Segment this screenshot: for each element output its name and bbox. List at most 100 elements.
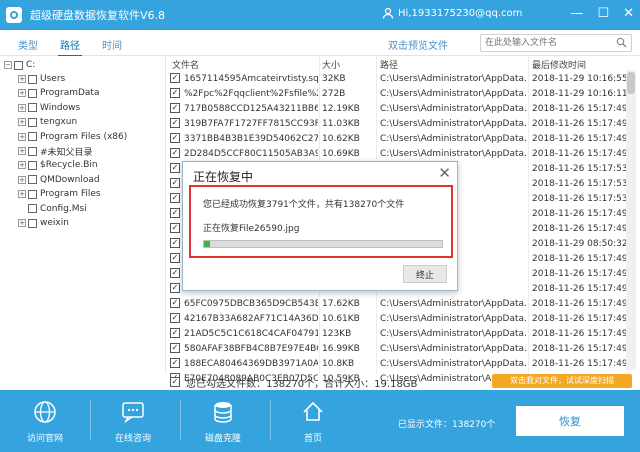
tree-item[interactable]: + Program Files (x86)	[18, 130, 127, 144]
stop-button[interactable]: 终止	[403, 265, 447, 283]
expand-icon[interactable]: +	[18, 103, 26, 112]
row-checkbox[interactable]: ✓	[170, 118, 180, 128]
row-checkbox[interactable]: ✓	[170, 103, 180, 113]
tree-item[interactable]: + weixin	[18, 216, 69, 230]
table-row[interactable]: ✓ 2D284D5CCF80C11505AB3A9A... 10.69KB C:\Us…	[166, 147, 640, 162]
row-checkbox[interactable]: ✓	[170, 358, 180, 368]
tree-checkbox[interactable]	[28, 204, 37, 214]
table-row[interactable]: ✓ 717B0588CCD125A43211BB65... 12.19KB C:\Us…	[166, 102, 640, 117]
row-checkbox[interactable]: ✓	[170, 298, 180, 308]
row-checkbox[interactable]: ✓	[170, 328, 180, 338]
close-button[interactable]: ✕	[623, 6, 634, 22]
row-checkbox[interactable]: ✓	[170, 238, 180, 248]
tree-root[interactable]: − C:	[4, 58, 35, 72]
tree-item[interactable]: + $Recycle.Bin	[18, 158, 98, 172]
tree-item[interactable]: Config.Msi	[28, 202, 87, 216]
row-checkbox[interactable]: ✓	[170, 88, 180, 98]
tree-checkbox[interactable]	[14, 60, 23, 70]
row-checkbox[interactable]: ✓	[170, 178, 180, 188]
footer-label: 首页	[303, 434, 322, 444]
tree-item[interactable]: + tengxun	[18, 115, 77, 129]
home-button[interactable]: 首页	[278, 390, 348, 452]
file-size: 11.03KB	[322, 119, 360, 129]
minimize-button[interactable]: —	[570, 6, 583, 22]
select-all-checkbox[interactable]: ✓	[170, 377, 180, 387]
user-account[interactable]: Hi,1933175230@qq.com	[382, 7, 522, 19]
row-checkbox[interactable]: ✓	[170, 73, 180, 83]
file-path: C:\Users\Administrator\AppData...	[380, 89, 526, 99]
row-checkbox[interactable]: ✓	[170, 268, 180, 278]
tab-time[interactable]: 时间	[102, 37, 122, 52]
search-icon[interactable]	[616, 37, 627, 48]
tree-item[interactable]: + QMDownload	[18, 173, 100, 187]
expand-icon[interactable]: +	[18, 175, 26, 184]
recover-button[interactable]: 恢复	[516, 406, 624, 436]
row-checkbox[interactable]: ✓	[170, 283, 180, 293]
online-chat-button[interactable]: 在线咨询	[98, 390, 168, 452]
table-row[interactable]: ✓ 188ECA80464369DB3971A0A3... 10.8KB C:\Use…	[166, 357, 640, 372]
row-checkbox[interactable]: ✓	[170, 193, 180, 203]
tab-path[interactable]: 路径	[58, 37, 82, 57]
row-checkbox[interactable]: ✓	[170, 148, 180, 158]
tree-checkbox[interactable]	[28, 160, 37, 170]
scrollbar[interactable]	[626, 70, 636, 370]
table-row[interactable]: ✓ %2Fpc%2Fqqclient%2Fsfile%2F... 272B C:\Us…	[166, 87, 640, 102]
expand-icon[interactable]: +	[18, 190, 26, 199]
tree-item[interactable]: + ProgramData	[18, 86, 99, 100]
tree-checkbox[interactable]	[28, 74, 37, 84]
file-path: C:\Users\Administrator\AppData...	[380, 329, 526, 339]
file-time: 2018-11-29 10:16:55	[532, 74, 626, 84]
row-checkbox[interactable]: ✓	[170, 253, 180, 263]
tree-item[interactable]: + Program Files	[18, 187, 101, 201]
expand-icon[interactable]: +	[18, 147, 26, 155]
dialog-close-icon[interactable]: ✕	[438, 164, 451, 182]
expand-icon[interactable]: +	[18, 219, 26, 227]
app-title: 超级硬盘数据恢复软件V6.8	[30, 9, 166, 22]
table-row[interactable]: ✓ 21AD5C5C1C618C4CAF047919... 123KB C:\User…	[166, 327, 640, 342]
table-row[interactable]: ✓ 3371BB4B3B1E39D54062C27B... 10.62KB C:\Us…	[166, 132, 640, 147]
expand-icon[interactable]: +	[18, 118, 26, 127]
row-checkbox[interactable]: ✓	[170, 208, 180, 218]
scrollbar-thumb[interactable]	[627, 72, 635, 94]
tree-checkbox[interactable]	[28, 103, 37, 113]
maximize-button[interactable]: ☐	[597, 6, 609, 22]
expand-icon[interactable]: +	[18, 132, 26, 141]
tree-item[interactable]: + Users	[18, 72, 65, 86]
row-checkbox[interactable]: ✓	[170, 163, 180, 173]
column-header-name[interactable]: 文件名	[172, 58, 199, 71]
file-size: 10.61KB	[322, 314, 360, 324]
tree-checkbox[interactable]	[28, 218, 37, 228]
file-time: 2018-11-26 15:17:49	[532, 299, 626, 309]
tree-checkbox[interactable]	[28, 146, 37, 156]
expand-icon[interactable]: +	[18, 75, 26, 83]
visit-website-button[interactable]: 访问官网	[10, 390, 80, 452]
expand-icon[interactable]: +	[18, 161, 26, 170]
tab-type[interactable]: 类型	[18, 37, 38, 52]
table-row[interactable]: ✓ 42167B33A682AF71C14A36D8E... 10.61KB C:\U…	[166, 312, 640, 327]
collapse-icon[interactable]: −	[4, 61, 12, 69]
file-time: 2018-11-26 15:17:53	[532, 164, 626, 174]
tree-item[interactable]: + #未知父目录	[18, 144, 93, 158]
column-header-size[interactable]: 大小	[322, 58, 340, 71]
tree-item[interactable]: + Windows	[18, 101, 80, 115]
row-checkbox[interactable]: ✓	[170, 313, 180, 323]
expand-icon[interactable]: +	[18, 89, 26, 98]
row-checkbox[interactable]: ✓	[170, 223, 180, 233]
column-header-path[interactable]: 路径	[380, 58, 398, 71]
table-row[interactable]: ✓ 65FC0975DBCB365D9CB543B3... 17.62KB C:\Us…	[166, 297, 640, 312]
row-checkbox[interactable]: ✓	[170, 133, 180, 143]
file-time: 2018-11-26 15:17:49	[532, 134, 626, 144]
table-row[interactable]: ✓ 580AFAF38BFB4C8B7E97E4BC... 16.99KB C:\Us…	[166, 342, 640, 357]
tree-checkbox[interactable]	[28, 117, 37, 127]
deep-scan-hint[interactable]: 双击我对文件，试试深度扫描	[492, 374, 632, 388]
table-row[interactable]: ✓ 1657114595Amcateirvtisty.sqlit... 32KB C:…	[166, 72, 640, 87]
tree-checkbox[interactable]	[28, 132, 37, 142]
tree-checkbox[interactable]	[28, 189, 37, 199]
disk-clone-button[interactable]: 磁盘克隆	[188, 390, 258, 452]
tree-checkbox[interactable]	[28, 88, 37, 98]
search-input[interactable]	[480, 34, 632, 52]
row-checkbox[interactable]: ✓	[170, 343, 180, 353]
column-header-time[interactable]: 最后修改时间	[532, 58, 586, 71]
tree-checkbox[interactable]	[28, 175, 37, 185]
table-row[interactable]: ✓ 319B7FA7F1727FF7815CC93F4... 11.03KB C:\U…	[166, 117, 640, 132]
